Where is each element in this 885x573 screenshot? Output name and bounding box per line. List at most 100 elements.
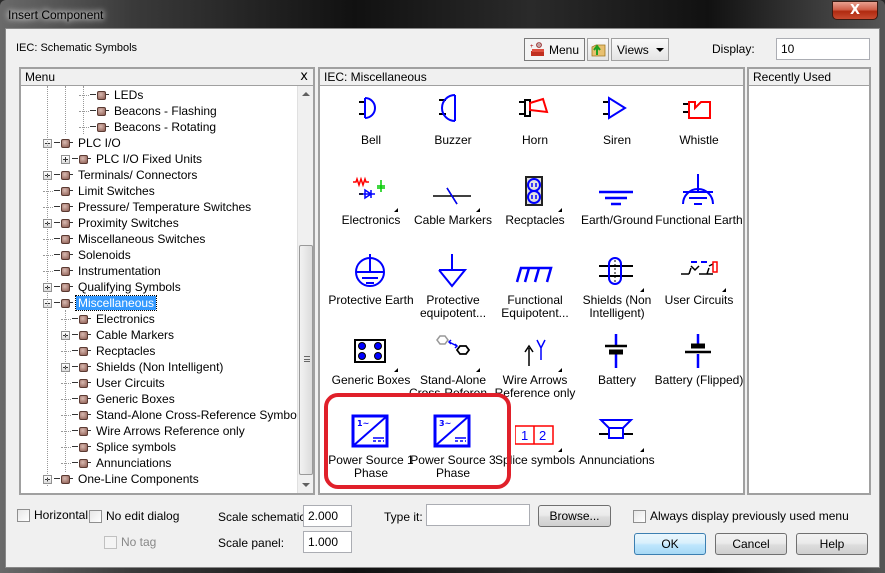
tree-item[interactable]: LEDs <box>79 87 145 103</box>
help-button[interactable]: Help <box>796 533 868 555</box>
title-bar[interactable]: Insert Component X <box>0 0 885 28</box>
scale-panel-input[interactable] <box>303 531 352 553</box>
tree-item[interactable]: PLC I/O <box>43 135 123 151</box>
horizontal-checkbox[interactable]: Horizontal <box>17 508 88 522</box>
symbol-tile[interactable]: Functional Equipotent... <box>494 250 576 330</box>
generic-box-icon <box>354 339 386 363</box>
views-dropdown[interactable]: Views <box>611 38 669 61</box>
tree-item[interactable]: Beacons - Flashing <box>79 103 219 119</box>
component-node-icon <box>72 410 92 420</box>
symbol-tile[interactable]: User Circuits <box>658 250 740 330</box>
splice-icon: 12 <box>515 425 554 445</box>
tree-item[interactable]: Limit Switches <box>43 183 157 199</box>
checkbox-box[interactable] <box>104 535 117 549</box>
no-tag-checkbox[interactable]: No tag <box>104 535 156 549</box>
symbol-tile[interactable]: Horn <box>494 90 576 170</box>
symbol-tile[interactable]: Stand-Alone Cross-Referen... <box>409 330 497 410</box>
symbol-tile[interactable]: Buzzer <box>412 90 494 170</box>
tree-item[interactable]: One-Line Components <box>43 471 201 487</box>
symbol-label: Siren <box>602 133 631 147</box>
recently-used-header: Recently Used <box>749 69 869 86</box>
tree-item[interactable]: Proximity Switches <box>43 215 181 231</box>
scroll-down-icon[interactable] <box>302 483 310 487</box>
checkbox-box[interactable] <box>633 509 646 523</box>
library-label: IEC: Schematic Symbols <box>16 42 138 54</box>
no-edit-dialog-checkbox[interactable]: No edit dialog <box>89 509 179 523</box>
tree-item-label: User Circuits <box>96 376 165 390</box>
symbol-tile[interactable]: Bell <box>330 90 412 170</box>
tree-item[interactable]: Instrumentation <box>43 263 163 279</box>
tree-item[interactable]: Miscellaneous Switches <box>43 231 207 247</box>
type-it-input[interactable] <box>426 504 530 526</box>
symbol-tile[interactable]: Functional Earth <box>655 170 743 250</box>
folder-up-button[interactable] <box>587 38 609 61</box>
receptacle-icon <box>525 176 543 206</box>
symbol-label: Splice symbols <box>494 453 576 467</box>
cancel-button[interactable]: Cancel <box>715 533 787 555</box>
symbol-label: Buzzer <box>434 133 472 147</box>
tree-item[interactable]: Qualifying Symbols <box>43 279 183 295</box>
scroll-up-icon[interactable] <box>302 92 310 96</box>
tree-item[interactable]: Generic Boxes <box>61 391 177 407</box>
component-node-icon <box>54 282 74 292</box>
tree-item[interactable]: Miscellaneous <box>43 295 158 311</box>
symbol-tile[interactable]: Generic Boxes <box>330 330 412 410</box>
tree-item[interactable]: Solenoids <box>43 247 133 263</box>
symbol-tile[interactable]: Annunciations <box>576 410 658 490</box>
symbol-label: Cable Markers <box>413 213 493 227</box>
always-display-checkbox[interactable]: Always display previously used menu <box>633 509 849 523</box>
tree-connector <box>61 350 71 352</box>
component-node-icon <box>54 266 74 276</box>
symbol-tile[interactable]: Protective equipotent... <box>412 250 494 330</box>
tree-item[interactable]: Terminals/ Connectors <box>43 167 199 183</box>
symbol-label: Power Source 1 Phase <box>328 453 414 480</box>
symbol-tile[interactable]: Battery (Flipped) <box>655 330 743 410</box>
checkbox-box[interactable] <box>89 509 102 523</box>
menu-button[interactable]: + Menu <box>524 38 585 61</box>
symbol-tile[interactable]: Battery <box>576 330 658 410</box>
tree-item[interactable]: Wire Arrows Reference only <box>61 423 247 439</box>
tree-item[interactable]: PLC I/O Fixed Units <box>61 151 204 167</box>
expand-icon[interactable] <box>61 154 70 164</box>
tree-item[interactable]: Recptacles <box>61 343 157 359</box>
symbol-tile[interactable]: 3~ Power Source 3 Phase <box>410 410 496 490</box>
close-button[interactable]: X <box>832 1 878 20</box>
component-node-icon <box>54 138 74 148</box>
symbol-label: Horn <box>521 133 548 147</box>
tree-item[interactable]: Stand-Alone Cross-Reference Symbols <box>61 407 299 423</box>
menu-tree: LEDs Beacons - Flashing Beacons - Rotating… <box>21 86 299 493</box>
component-node-icon <box>72 362 92 372</box>
tree-item[interactable]: User Circuits <box>61 375 167 391</box>
menu-panel-close-icon[interactable]: x <box>300 69 308 85</box>
cable-marker-icon <box>433 187 471 205</box>
tree-item[interactable]: Shields (Non Intelligent) <box>61 359 225 375</box>
siren-icon <box>603 96 627 120</box>
tree-item[interactable]: Electronics <box>61 311 157 327</box>
browse-button[interactable]: Browse... <box>538 505 611 527</box>
symbol-tile[interactable]: Earth/Ground <box>576 170 658 250</box>
symbol-tile[interactable]: 1 2 Splice symbols <box>494 410 576 490</box>
symbol-tile[interactable]: Whistle <box>658 90 740 170</box>
tree-item[interactable]: Beacons - Rotating <box>79 119 218 135</box>
tree-item[interactable]: Splice symbols <box>61 439 178 455</box>
menu-scrollbar[interactable] <box>297 86 313 493</box>
tree-item[interactable]: Annunciations <box>61 455 173 471</box>
scale-schematic-input[interactable] <box>303 505 352 527</box>
tree-item[interactable]: Pressure/ Temperature Switches <box>43 199 253 215</box>
tree-item[interactable]: Cable Markers <box>61 327 176 343</box>
checkbox-box[interactable] <box>17 508 30 522</box>
display-input[interactable] <box>776 38 870 60</box>
symbol-tile[interactable]: Shields (Non Intelligent) <box>576 250 658 330</box>
symbol-tile[interactable]: 1~ Power Source 1 Phase <box>328 410 414 490</box>
tree-connector <box>43 270 53 272</box>
symbol-tile[interactable]: Electronics <box>330 170 412 250</box>
menu-book-icon: + <box>530 41 544 56</box>
symbol-tile[interactable]: Cable Markers <box>412 170 494 250</box>
symbol-tile[interactable]: Siren <box>576 90 658 170</box>
symbol-tile[interactable]: Recptacles <box>494 170 576 250</box>
scroll-thumb[interactable] <box>299 245 313 475</box>
symbol-tile[interactable]: Protective Earth <box>328 250 414 330</box>
tree-connector <box>61 318 71 320</box>
symbol-tile[interactable]: Wire Arrows Reference only <box>494 330 576 410</box>
ok-button[interactable]: OK <box>634 533 706 555</box>
